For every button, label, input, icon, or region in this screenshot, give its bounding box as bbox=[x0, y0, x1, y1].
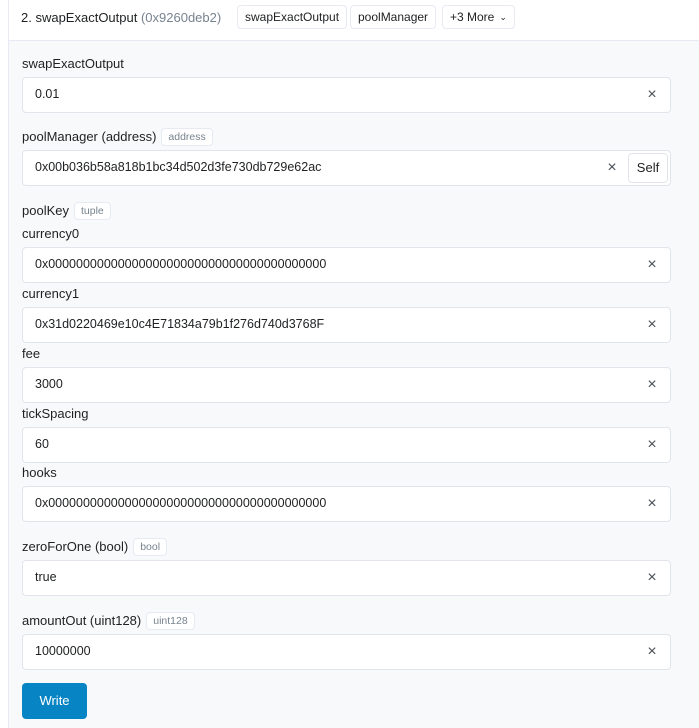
chip-poolmanager[interactable]: poolManager bbox=[350, 5, 437, 29]
zeroforone-label: zeroForOne (bool) bool bbox=[22, 538, 168, 556]
close-icon[interactable]: × bbox=[644, 643, 660, 661]
hooks-value: 0x00000000000000000000000000000000000000… bbox=[35, 496, 327, 510]
zeroforone-label-text: zeroForOne (bool) bbox=[22, 539, 129, 554]
close-icon[interactable]: × bbox=[644, 569, 660, 587]
type-badge-address: address bbox=[161, 128, 213, 146]
currency0-input[interactable]: 0x00000000000000000000000000000000000000… bbox=[22, 247, 671, 283]
poolkey-label: poolKey tuple bbox=[22, 202, 111, 220]
poolmanager-label: poolManager (address) address bbox=[22, 128, 213, 146]
poolmanager-label-text: poolManager (address) bbox=[22, 129, 157, 144]
amountout-value: 10000000 bbox=[35, 644, 91, 658]
function-name: 2. swapExactOutput bbox=[21, 10, 138, 25]
amountout-label-text: amountOut (uint128) bbox=[22, 613, 142, 628]
type-badge-tuple: tuple bbox=[73, 202, 111, 220]
currency1-value: 0x31d0220469e10c4E71834a79b1f276d740d376… bbox=[35, 317, 325, 331]
zeroforone-value: true bbox=[35, 570, 57, 584]
function-title[interactable]: 2. swapExactOutput (0x9260deb2) bbox=[21, 10, 221, 25]
tickspacing-label: tickSpacing bbox=[22, 406, 89, 421]
function-header: 2. swapExactOutput (0x9260deb2) swapExac… bbox=[9, 0, 699, 41]
write-function-panel: 2. swapExactOutput (0x9260deb2) swapExac… bbox=[8, 0, 699, 728]
amountout-label: amountOut (uint128) uint128 bbox=[22, 612, 195, 630]
swapexactoutput-value: 0.01 bbox=[35, 87, 60, 101]
close-icon[interactable]: × bbox=[644, 256, 660, 274]
close-icon[interactable]: × bbox=[644, 316, 660, 334]
poolmanager-input[interactable]: 0x00b036b58a818b1bc34d502d3fe730db729e62… bbox=[22, 150, 671, 186]
chip-swapexactoutput[interactable]: swapExactOutput bbox=[237, 5, 348, 29]
type-badge-bool: bool bbox=[133, 538, 168, 556]
chevron-down-icon: ⌄ bbox=[499, 12, 507, 22]
currency0-label: currency0 bbox=[22, 226, 80, 241]
currency1-input[interactable]: 0x31d0220469e10c4E71834a79b1f276d740d376… bbox=[22, 307, 671, 343]
more-chip-button[interactable]: +3 More ⌄ bbox=[442, 5, 515, 29]
poolmanager-value: 0x00b036b58a818b1bc34d502d3fe730db729e62… bbox=[35, 160, 322, 174]
swapexactoutput-input[interactable]: 0.01 × bbox=[22, 77, 671, 113]
amountout-input[interactable]: 10000000 × bbox=[22, 634, 671, 670]
zeroforone-input[interactable]: true × bbox=[22, 560, 671, 596]
function-selector: (0x9260deb2) bbox=[140, 10, 222, 25]
close-icon[interactable]: × bbox=[644, 495, 660, 513]
hooks-label: hooks bbox=[22, 465, 57, 480]
type-badge-uint128: uint128 bbox=[146, 612, 195, 630]
tickspacing-value: 60 bbox=[35, 437, 49, 451]
currency0-value: 0x00000000000000000000000000000000000000… bbox=[35, 257, 327, 271]
close-icon[interactable]: × bbox=[604, 159, 620, 177]
currency1-label: currency1 bbox=[22, 286, 80, 301]
close-icon[interactable]: × bbox=[644, 436, 660, 454]
self-button[interactable]: Self bbox=[628, 153, 668, 183]
fee-label: fee bbox=[22, 346, 41, 361]
fee-input[interactable]: 3000 × bbox=[22, 367, 671, 403]
more-chip-label: +3 More bbox=[450, 10, 495, 24]
hooks-input[interactable]: 0x00000000000000000000000000000000000000… bbox=[22, 486, 671, 522]
close-icon[interactable]: × bbox=[644, 86, 660, 104]
tickspacing-input[interactable]: 60 × bbox=[22, 427, 671, 463]
fee-value: 3000 bbox=[35, 377, 63, 391]
write-button[interactable]: Write bbox=[22, 683, 87, 719]
swapexactoutput-label: swapExactOutput bbox=[22, 56, 124, 71]
close-icon[interactable]: × bbox=[644, 376, 660, 394]
poolkey-label-text: poolKey bbox=[22, 203, 69, 218]
